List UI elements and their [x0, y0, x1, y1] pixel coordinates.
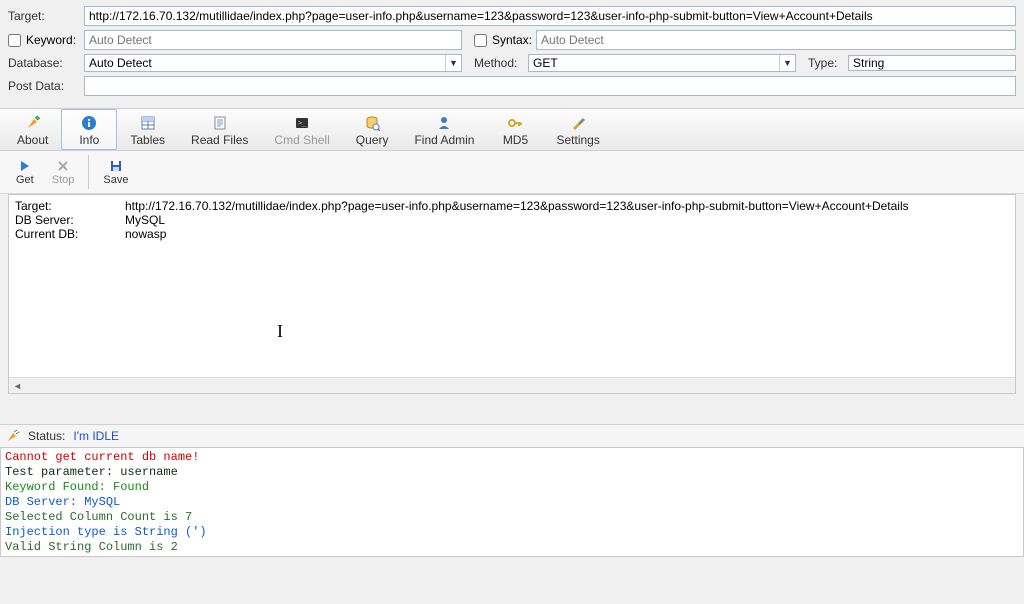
- method-label: Method:: [474, 56, 524, 70]
- tab-query[interactable]: Query: [343, 109, 402, 150]
- info-currentdb-value: nowasp: [125, 227, 166, 241]
- log-line: Valid String Column is 2: [5, 540, 1019, 555]
- info-dbserver-value: MySQL: [125, 213, 165, 227]
- info-icon: [81, 114, 97, 132]
- log-line: DB Server: MySQL: [5, 495, 1019, 510]
- play-icon: [18, 158, 32, 174]
- method-select[interactable]: GET ▼: [528, 54, 796, 72]
- log-line: Cannot get current db name!: [5, 450, 1019, 465]
- tab-tables[interactable]: Tables: [117, 109, 178, 150]
- info-target-label: Target:: [15, 199, 125, 213]
- tab-label: Find Admin: [414, 133, 474, 147]
- get-button-label: Get: [16, 174, 34, 186]
- tab-info[interactable]: Info: [61, 109, 117, 150]
- tab-label: MD5: [503, 133, 528, 147]
- stop-button-label: Stop: [52, 174, 75, 186]
- chevron-down-icon: ▼: [445, 55, 461, 71]
- main-toolbar: About Info Tables Read Files >_ Cmd Shel…: [0, 108, 1024, 151]
- status-value: I'm IDLE: [73, 429, 119, 443]
- info-dbserver-label: DB Server:: [15, 213, 125, 227]
- get-button[interactable]: Get: [8, 156, 42, 188]
- carrot-icon: [6, 429, 20, 443]
- tab-label: Cmd Shell: [274, 133, 329, 147]
- log-line: Test parameter: username: [5, 465, 1019, 480]
- chevron-down-icon: ▼: [779, 55, 795, 71]
- tab-cmdshell[interactable]: >_ Cmd Shell: [261, 109, 342, 150]
- tables-icon: [140, 114, 156, 132]
- syntax-checkbox[interactable]: [474, 34, 487, 47]
- stop-button[interactable]: Stop: [44, 156, 83, 188]
- tab-label: Info: [79, 133, 99, 147]
- tools-icon: [570, 114, 586, 132]
- method-select-value: GET: [533, 56, 779, 70]
- target-label: Target:: [8, 9, 80, 23]
- horizontal-scrollbar[interactable]: ◄: [9, 377, 1015, 393]
- keyword-input[interactable]: [84, 30, 462, 50]
- status-label: Status:: [28, 429, 65, 443]
- save-button-label: Save: [103, 174, 128, 186]
- sub-toolbar: Get Stop Save: [0, 151, 1024, 194]
- terminal-icon: >_: [294, 114, 310, 132]
- type-select-value: String: [853, 56, 1015, 70]
- tab-label: Settings: [556, 133, 599, 147]
- save-icon: [109, 158, 123, 174]
- syntax-label: Syntax:: [492, 33, 532, 47]
- syntax-input[interactable]: [536, 30, 1016, 50]
- keyword-label: Keyword:: [26, 33, 76, 47]
- database-select-value: Auto Detect: [89, 56, 445, 70]
- type-select[interactable]: String: [848, 55, 1016, 71]
- database-select[interactable]: Auto Detect ▼: [84, 54, 462, 72]
- status-bar: Status: I'm IDLE: [0, 424, 1024, 447]
- database-icon: [364, 114, 380, 132]
- tab-settings[interactable]: Settings: [543, 109, 612, 150]
- file-icon: [212, 114, 228, 132]
- form-area: Target: Keyword: Syntax: Database: Auto …: [0, 0, 1024, 108]
- tab-md5[interactable]: MD5: [487, 109, 543, 150]
- tab-readfiles[interactable]: Read Files: [178, 109, 261, 150]
- type-label: Type:: [808, 56, 844, 70]
- database-label: Database:: [8, 56, 80, 70]
- log-panel: Cannot get current db name! Test paramet…: [0, 447, 1024, 557]
- info-currentdb-label: Current DB:: [15, 227, 125, 241]
- svg-text:>_: >_: [298, 119, 307, 127]
- tab-findadmin[interactable]: Find Admin: [401, 109, 487, 150]
- keyword-checkbox[interactable]: [8, 34, 21, 47]
- target-input[interactable]: [84, 6, 1016, 26]
- log-line: Keyword Found: Found: [5, 480, 1019, 495]
- carrot-icon: [25, 114, 41, 132]
- log-line: Current DB: nowasp: [5, 555, 1019, 557]
- stop-icon: [56, 158, 70, 174]
- tab-about[interactable]: About: [4, 109, 61, 150]
- info-panel: Target:http://172.16.70.132/mutillidae/i…: [8, 194, 1016, 394]
- info-target-value: http://172.16.70.132/mutillidae/index.ph…: [125, 199, 909, 213]
- key-icon: [507, 114, 523, 132]
- separator: [88, 155, 89, 189]
- postdata-input[interactable]: [84, 76, 1016, 96]
- log-line: Selected Column Count is 7: [5, 510, 1019, 525]
- tab-label: Query: [356, 133, 389, 147]
- tab-label: Read Files: [191, 133, 248, 147]
- admin-icon: [436, 114, 452, 132]
- save-button[interactable]: Save: [95, 156, 136, 188]
- text-cursor-icon: I: [277, 321, 283, 342]
- postdata-label: Post Data:: [8, 79, 80, 93]
- scroll-left-icon: ◄: [9, 381, 26, 391]
- tab-label: Tables: [130, 133, 165, 147]
- log-line: Injection type is String ('): [5, 525, 1019, 540]
- tab-label: About: [17, 133, 48, 147]
